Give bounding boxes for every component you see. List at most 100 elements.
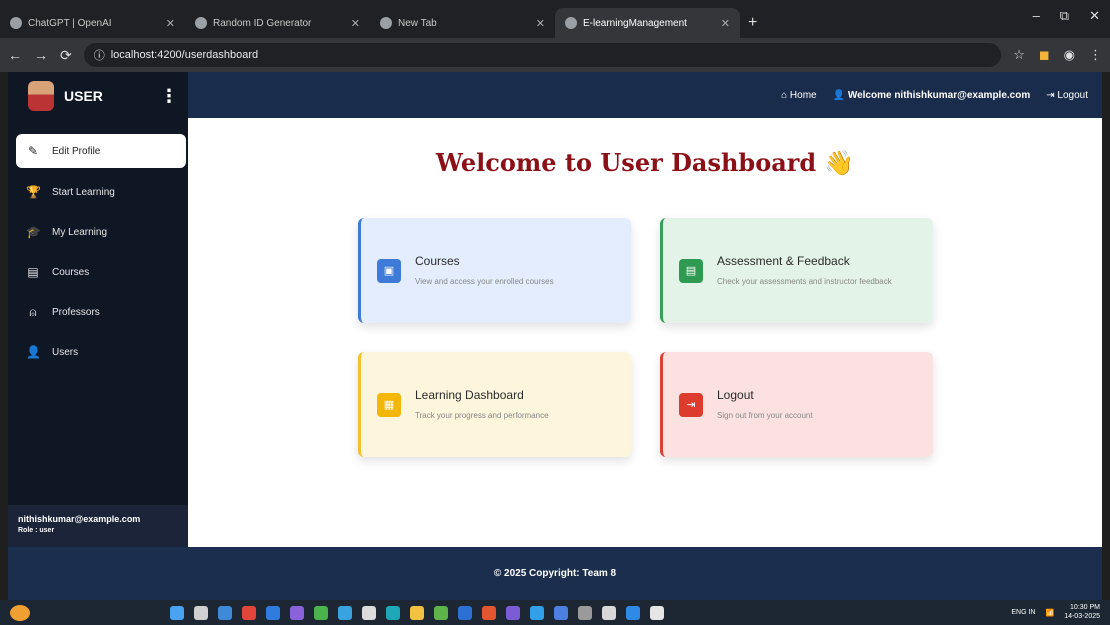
logout-card[interactable]: ⇥ Logout Sign out from your account [660, 352, 933, 457]
tab-close-icon[interactable]: ✕ [721, 17, 730, 30]
extension-icon[interactable]: ◼ [1039, 47, 1050, 63]
tab-title: New Tab [398, 17, 437, 29]
logout-link[interactable]: ⇥ Logout [1046, 90, 1088, 101]
sidebar-item-courses[interactable]: ▤ Courses [8, 252, 188, 292]
weather-widget-icon[interactable] [10, 604, 30, 621]
language-indicator[interactable]: ENG IN [1011, 609, 1035, 616]
taskbar-apps [170, 605, 664, 620]
app-icon[interactable] [362, 605, 376, 620]
bookmark-star-icon[interactable]: ☆ [1013, 47, 1025, 63]
clipboard-icon: ▤ [679, 258, 703, 283]
courses-card[interactable]: ▣ Courses View and access your enrolled c… [358, 218, 631, 323]
window-controls: – ⧉ ✕ [1033, 8, 1100, 24]
card-title: Learning Dashboard [415, 387, 524, 402]
main-content: Welcome to User Dashboard 👋 ▣ Courses View… [188, 118, 1102, 547]
dashboard-icon: ▦ [377, 392, 401, 417]
tab-favicon-icon [380, 17, 392, 29]
home-label: Home [789, 89, 817, 101]
app-icon[interactable] [242, 605, 256, 620]
app-icon[interactable] [506, 605, 520, 620]
profile-icon[interactable]: ◉ [1064, 47, 1075, 63]
menu-icon[interactable]: ⋮ [1089, 47, 1102, 63]
sidebar-menu-icon[interactable]: ⋮ [160, 86, 178, 107]
top-navbar: ⌂ Home 👤 Welcome nithishkumar@example.co… [188, 72, 1102, 118]
app-icon[interactable] [554, 605, 568, 620]
page-title: Welcome to User Dashboard 👋 [188, 148, 1102, 177]
courses-icon: ▤ [27, 265, 39, 279]
card-description: Check your assessments and instructor fe… [717, 276, 892, 286]
app-icon[interactable] [314, 605, 328, 620]
sidebar-item-label: My Learning [52, 226, 108, 238]
app-icon[interactable] [338, 605, 352, 620]
app-icon[interactable] [410, 605, 424, 620]
maximize-icon[interactable]: ⧉ [1060, 8, 1069, 24]
tab-close-icon[interactable]: ✕ [351, 17, 360, 30]
user-icon: 👤 [26, 345, 41, 359]
sidebar-item-edit-profile[interactable]: ✎ Edit Profile [16, 134, 186, 168]
tab-favicon-icon [195, 17, 207, 29]
home-icon: ⌂ [781, 89, 790, 101]
sidebar-title: USER [64, 88, 103, 104]
user-email: nithishkumar@example.com [18, 514, 141, 524]
waving-hand-icon: 👋 [824, 148, 855, 177]
app-icon[interactable] [290, 605, 304, 620]
app-icon[interactable] [482, 605, 496, 620]
url-text: localhost:4200/userdashboard [110, 49, 259, 61]
clock[interactable]: 10:30 PM 14-03-2025 [1064, 604, 1100, 621]
browser-tab[interactable]: ChatGPT | OpenAI ✕ [0, 8, 185, 38]
app-icon[interactable] [578, 605, 592, 620]
sidebar-item-start-learning[interactable]: 🏆 Start Learning [8, 172, 188, 212]
app-icon[interactable] [218, 605, 232, 620]
home-link[interactable]: ⌂ Home [781, 90, 817, 101]
logout-label: Logout [1057, 89, 1088, 101]
clock-time: 10:30 PM [1070, 604, 1100, 612]
welcome-label: Welcome nithishkumar@example.com [847, 89, 1031, 101]
browser-tab[interactable]: Random ID Generator ✕ [185, 8, 370, 38]
browser-tab-active[interactable]: E-learningManagement ✕ [555, 8, 740, 38]
reload-icon[interactable]: ⟳ [60, 47, 72, 64]
new-tab-button[interactable]: + [740, 14, 765, 38]
wifi-icon[interactable]: 📶 [1045, 609, 1054, 617]
forward-icon[interactable]: → [34, 47, 48, 63]
start-icon[interactable] [170, 605, 184, 620]
os-taskbar: ENG IN 📶 10:30 PM 14-03-2025 [0, 600, 1110, 625]
minimize-icon[interactable]: – [1033, 8, 1040, 24]
sidebar-item-label: Users [52, 346, 79, 358]
app-icon[interactable] [266, 605, 280, 620]
edit-icon: ✎ [27, 144, 39, 158]
browser-tab-bar: ChatGPT | OpenAI ✕ Random ID Generator ✕ N… [0, 0, 1110, 38]
back-icon[interactable]: ← [8, 47, 22, 63]
sidebar-item-my-learning[interactable]: 🎓 My Learning [8, 212, 188, 252]
welcome-user: 👤 Welcome nithishkumar@example.com [833, 90, 1031, 101]
sidebar-item-label: Professors [52, 306, 100, 318]
card-description: View and access your enrolled courses [415, 276, 554, 286]
browser-tab[interactable]: New Tab ✕ [370, 8, 555, 38]
tab-favicon-icon [565, 17, 577, 29]
sidebar-item-label: Start Learning [52, 186, 115, 198]
url-input[interactable]: ⓘ localhost:4200/userdashboard [83, 43, 1002, 67]
graduation-cap-icon: 🎓 [26, 225, 41, 239]
copyright-text: © 2025 Copyright: Team 8 [493, 568, 617, 579]
sidebar-item-label: Courses [52, 266, 90, 278]
sidebar-item-professors[interactable]: ⍝ Professors [8, 292, 188, 332]
tab-close-icon[interactable]: ✕ [536, 17, 545, 30]
site-info-icon[interactable]: ⓘ [94, 47, 105, 63]
app-icon[interactable] [650, 605, 664, 620]
close-icon[interactable]: ✕ [1089, 8, 1100, 24]
app-icon[interactable] [602, 605, 616, 620]
sidebar-item-users[interactable]: 👤 Users [8, 332, 188, 372]
learning-dashboard-card[interactable]: ▦ Learning Dashboard Track your progress … [358, 352, 631, 457]
app-icon[interactable] [434, 605, 448, 620]
app-window: USER ⋮ ✎ Edit Profile 🏆 Start Learning 🎓… [8, 72, 1102, 600]
tab-close-icon[interactable]: ✕ [166, 17, 175, 30]
avatar [28, 81, 54, 111]
app-icon[interactable] [530, 605, 544, 620]
card-title: Logout [717, 387, 754, 402]
assessment-feedback-card[interactable]: ▤ Assessment & Feedback Check your assess… [660, 218, 933, 323]
card-description: Sign out from your account [717, 410, 813, 420]
app-icon[interactable] [458, 605, 472, 620]
app-icon[interactable] [386, 605, 400, 620]
trophy-icon: 🏆 [26, 185, 41, 199]
search-icon[interactable] [194, 605, 208, 620]
app-icon[interactable] [626, 605, 640, 620]
